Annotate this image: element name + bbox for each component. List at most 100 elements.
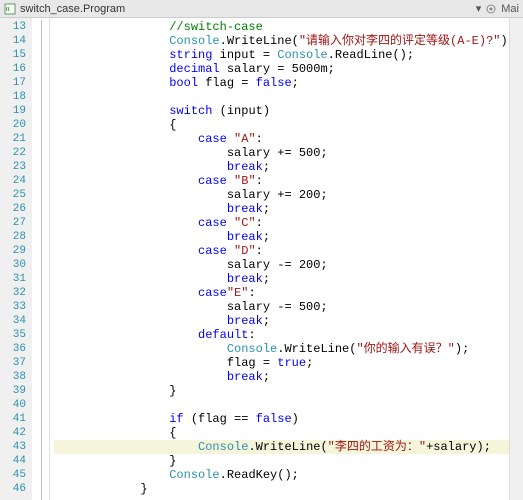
code-line[interactable]: flag = true;	[54, 356, 523, 370]
code-line[interactable]: {	[54, 118, 523, 132]
code-line[interactable]: bool flag = false;	[54, 76, 523, 90]
code-token: false	[256, 76, 292, 90]
code-token: :	[248, 286, 255, 300]
code-line[interactable]: salary += 200;	[54, 188, 523, 202]
line-number: 26	[0, 202, 26, 216]
code-line[interactable]: if (flag == false)	[54, 412, 523, 426]
code-line[interactable]	[54, 90, 523, 104]
code-token: ;	[263, 272, 270, 286]
code-line[interactable]: Console.ReadKey();	[54, 468, 523, 482]
code-token: input =	[212, 48, 277, 62]
line-number-gutter: 1314151617181920212223242526272829303132…	[0, 18, 32, 500]
tab-title[interactable]: switch_case.Program	[20, 3, 125, 15]
code-line[interactable]: }	[54, 384, 523, 398]
code-line[interactable]: break;	[54, 272, 523, 286]
code-line[interactable]: salary -= 500;	[54, 300, 523, 314]
line-number: 39	[0, 384, 26, 398]
code-line[interactable]: break;	[54, 370, 523, 384]
code-line[interactable]: //switch-case	[54, 20, 523, 34]
code-line[interactable]: default:	[54, 328, 523, 342]
target-icon[interactable]	[485, 3, 497, 15]
code-token: "D"	[234, 244, 256, 258]
code-token: switch	[169, 104, 212, 118]
line-number: 23	[0, 160, 26, 174]
code-token: break	[227, 272, 263, 286]
code-line[interactable]	[54, 398, 523, 412]
line-number: 25	[0, 188, 26, 202]
code-area[interactable]: //switch-case Console.WriteLine("请输入你对李四…	[50, 18, 523, 500]
vertical-scrollbar[interactable]	[509, 18, 523, 500]
code-token: ;	[306, 356, 313, 370]
code-token: ;	[263, 160, 270, 174]
code-token: string	[169, 48, 212, 62]
code-token: break	[227, 370, 263, 384]
code-line[interactable]: Console.WriteLine("请输入你对李四的评定等级(A-E)?");	[54, 34, 523, 48]
code-token: //switch-case	[169, 20, 263, 34]
code-token: true	[277, 356, 306, 370]
line-number: 22	[0, 146, 26, 160]
code-line[interactable]: break;	[54, 230, 523, 244]
code-token: :	[256, 244, 263, 258]
code-token: flag =	[198, 76, 256, 90]
code-line[interactable]: case "C":	[54, 216, 523, 230]
outline-guide	[41, 20, 42, 500]
code-token: (flag ==	[184, 412, 256, 426]
line-number: 36	[0, 342, 26, 356]
code-token: salary = 5000m;	[220, 62, 335, 76]
code-token: {	[169, 118, 176, 132]
code-line[interactable]: break;	[54, 160, 523, 174]
code-line[interactable]: string input = Console.ReadLine();	[54, 48, 523, 62]
line-number: 45	[0, 468, 26, 482]
code-line[interactable]: case "D":	[54, 244, 523, 258]
code-token: "C"	[234, 216, 256, 230]
line-number: 31	[0, 272, 26, 286]
line-number: 38	[0, 370, 26, 384]
line-number: 46	[0, 482, 26, 496]
code-line[interactable]: salary -= 200;	[54, 258, 523, 272]
code-editor[interactable]: 1314151617181920212223242526272829303132…	[0, 18, 523, 500]
line-number: 37	[0, 356, 26, 370]
code-line[interactable]: case "B":	[54, 174, 523, 188]
code-token: ;	[263, 202, 270, 216]
code-line[interactable]: switch (input)	[54, 104, 523, 118]
code-token: Console	[277, 48, 327, 62]
line-number: 20	[0, 118, 26, 132]
code-line[interactable]: salary += 500;	[54, 146, 523, 160]
dropdown-separator: ▾	[476, 2, 482, 15]
context-label[interactable]: Mai	[501, 3, 519, 15]
code-token: "李四的工资为："	[328, 440, 426, 454]
code-token: case	[198, 216, 227, 230]
tab-right: ▾ Mai	[476, 2, 519, 15]
code-token: salary += 200;	[227, 188, 328, 202]
code-token: salary += 500;	[227, 146, 328, 160]
code-line[interactable]: }	[54, 482, 523, 496]
line-number: 35	[0, 328, 26, 342]
tab-bar: switch_case.Program ▾ Mai	[0, 0, 523, 18]
code-token: Console	[227, 342, 277, 356]
code-line[interactable]: Console.WriteLine("你的输入有误？");	[54, 342, 523, 356]
code-token: decimal	[169, 62, 219, 76]
code-line[interactable]: Console.WriteLine("李四的工资为："+salary);	[54, 440, 523, 454]
code-token: :	[256, 132, 263, 146]
code-token: );	[455, 342, 469, 356]
code-line[interactable]: case"E":	[54, 286, 523, 300]
code-token: ;	[263, 230, 270, 244]
code-token: ;	[292, 76, 299, 90]
line-number: 30	[0, 258, 26, 272]
file-csharp-icon	[4, 3, 16, 15]
line-number: 32	[0, 286, 26, 300]
line-number: 15	[0, 48, 26, 62]
code-token: }	[169, 384, 176, 398]
code-token: Console	[169, 468, 219, 482]
code-line[interactable]: break;	[54, 202, 523, 216]
code-line[interactable]: }	[54, 454, 523, 468]
code-token: case	[198, 174, 227, 188]
code-line[interactable]: decimal salary = 5000m;	[54, 62, 523, 76]
code-line[interactable]: break;	[54, 314, 523, 328]
code-line[interactable]: {	[54, 426, 523, 440]
line-number: 13	[0, 20, 26, 34]
code-token: ;	[263, 314, 270, 328]
code-line[interactable]: case "A":	[54, 132, 523, 146]
code-token	[227, 132, 234, 146]
code-token	[227, 244, 234, 258]
